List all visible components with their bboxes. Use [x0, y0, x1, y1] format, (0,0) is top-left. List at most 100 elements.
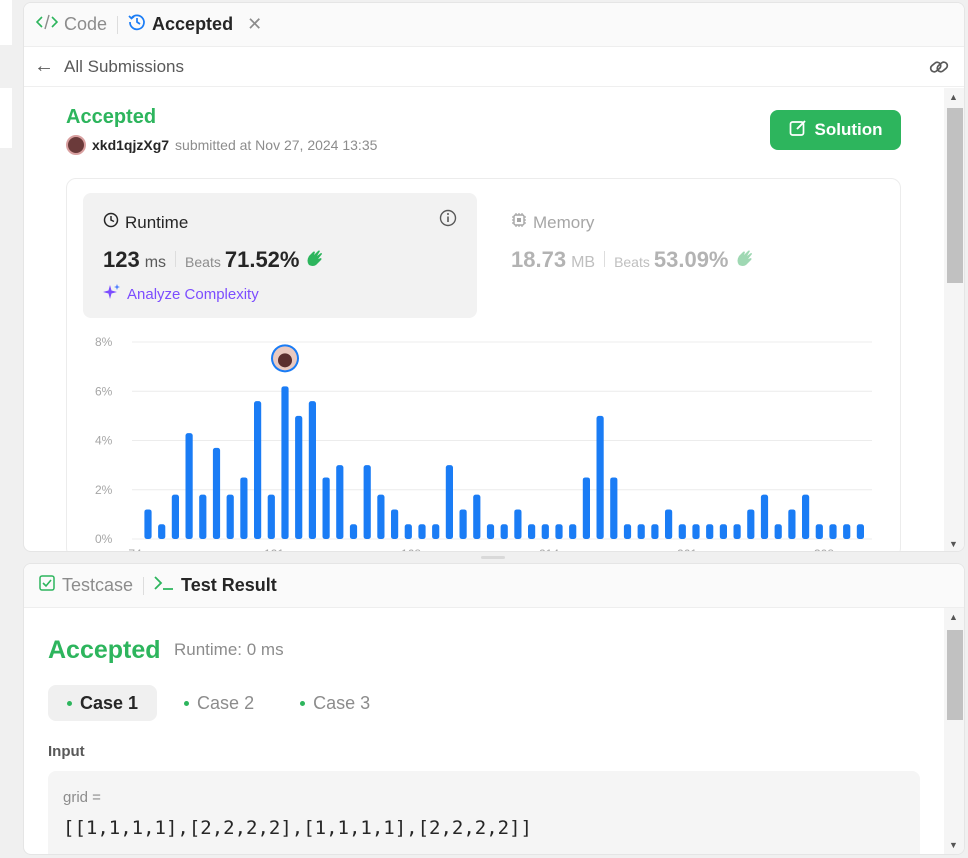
chart-bar[interactable] [843, 524, 851, 539]
chart-bar[interactable] [528, 524, 536, 539]
pass-dot-icon [184, 700, 190, 706]
link-icon[interactable] [928, 56, 950, 83]
case-tab-1[interactable]: Case 1 [48, 685, 158, 721]
chart-bar[interactable] [788, 509, 796, 539]
chart-bar[interactable] [418, 524, 426, 539]
chart-bar[interactable] [226, 494, 234, 539]
scroll-down-icon[interactable]: ▼ [949, 840, 958, 850]
result-status: Accepted [48, 636, 161, 664]
chart-bar[interactable] [158, 524, 166, 539]
scroll-up-icon[interactable]: ▲ [949, 92, 958, 102]
terminal-icon [154, 575, 174, 596]
case-tab-2[interactable]: Case 2 [165, 685, 273, 721]
chart-bar[interactable] [322, 477, 330, 539]
chart-bar[interactable] [569, 524, 577, 539]
chart-bar[interactable] [747, 509, 755, 539]
chart-bar[interactable] [596, 415, 604, 539]
x-tick-label: 308ms [814, 547, 850, 552]
tab-divider [117, 15, 119, 34]
chart-bar[interactable] [719, 524, 727, 539]
chart-bar[interactable] [692, 524, 700, 539]
result-runtime: Runtime: 0 ms [174, 640, 284, 659]
chart-bar[interactable] [514, 509, 522, 539]
chart-bar[interactable] [377, 494, 385, 539]
chart-bar[interactable] [802, 494, 810, 539]
tab-code[interactable]: Code [35, 14, 108, 35]
chart-bar[interactable] [541, 524, 549, 539]
chart-bar[interactable] [212, 447, 221, 539]
chart-bar[interactable] [254, 401, 262, 539]
history-icon [128, 13, 146, 36]
chart-bar[interactable] [582, 477, 590, 539]
input-variable-name: grid = [63, 789, 101, 806]
chart-bar[interactable] [171, 494, 179, 539]
chart-bar[interactable] [281, 386, 289, 539]
chart-bar[interactable] [459, 509, 467, 539]
y-tick-label: 2% [95, 483, 113, 497]
left-panel-segment [0, 0, 12, 45]
chart-bar[interactable] [623, 524, 632, 539]
scrollbar-thumb[interactable] [947, 630, 963, 720]
back-arrow-icon[interactable]: ← [34, 55, 54, 78]
chart-bar[interactable] [240, 477, 248, 539]
test-result-panel: Testcase Test Result Accepted Runtime: 0… [23, 563, 965, 855]
tab-divider [143, 576, 145, 595]
chart-bar[interactable] [391, 509, 399, 539]
tab-code-label: Code [64, 14, 108, 34]
scroll-down-icon[interactable]: ▼ [949, 539, 958, 549]
chart-bar[interactable] [185, 433, 193, 539]
chart-bar[interactable] [486, 524, 495, 539]
solution-button[interactable]: Solution [770, 110, 901, 150]
chart-bar[interactable] [678, 524, 686, 539]
y-tick-label: 0% [95, 532, 113, 546]
chart-bar[interactable] [706, 524, 714, 539]
chart-bar[interactable] [500, 524, 508, 539]
username[interactable]: xkd1qjzXg7 [92, 137, 169, 153]
all-submissions-link[interactable]: All Submissions [64, 57, 184, 77]
chart-bar[interactable] [199, 494, 207, 539]
tab-test-result[interactable]: Test Result [154, 575, 277, 596]
chart-bar[interactable] [555, 524, 563, 539]
scrollbar-thumb[interactable] [947, 108, 963, 283]
chart-bar[interactable] [295, 415, 303, 539]
chart-bar[interactable] [336, 465, 344, 539]
result-scrollbar[interactable]: ▲ ▼ [944, 608, 964, 854]
chart-bar[interactable] [829, 524, 837, 539]
chart-bar[interactable] [651, 524, 659, 539]
chart-bar[interactable] [363, 465, 371, 539]
chart-bar[interactable] [349, 524, 358, 539]
chart-bar[interactable] [473, 494, 481, 539]
chart-bar[interactable] [733, 524, 741, 539]
case-label: Case 2 [197, 692, 255, 713]
edit-icon [789, 119, 807, 142]
chart-bar[interactable] [774, 524, 782, 539]
chart-bar[interactable] [404, 524, 412, 539]
y-tick-label: 4% [95, 434, 113, 448]
stats-card: Runtime 123 ms Beats 71.52% Analyze Comp… [66, 178, 901, 552]
submission-scrollbar[interactable]: ▲ ▼ [944, 88, 964, 551]
chart-bar[interactable] [432, 524, 440, 539]
chart-bar[interactable] [760, 494, 769, 539]
chart-bar[interactable] [610, 477, 618, 539]
input-label: Input [48, 743, 85, 760]
chart-bar[interactable] [445, 465, 453, 539]
chart-bar[interactable] [815, 524, 823, 539]
input-value-box: grid = [[1,1,1,1],[2,2,2,2],[1,1,1,1],[2… [48, 771, 920, 854]
user-avatar-marker [271, 344, 299, 373]
tab-accepted[interactable]: Accepted ✕ [128, 13, 262, 36]
solution-label: Solution [814, 120, 883, 139]
chart-bar[interactable] [308, 401, 316, 539]
close-icon[interactable]: ✕ [247, 14, 262, 35]
x-tick-label: 214ms [539, 547, 575, 552]
case-tab-3[interactable]: Case 3 [281, 685, 389, 721]
panel-resize-handle[interactable] [481, 556, 505, 559]
scroll-up-icon[interactable]: ▲ [949, 612, 958, 622]
tab-testcase[interactable]: Testcase [39, 575, 133, 596]
avatar[interactable] [66, 135, 86, 155]
y-tick-label: 8% [95, 335, 113, 349]
chart-bar[interactable] [665, 509, 673, 539]
chart-bar[interactable] [144, 509, 152, 539]
chart-bar[interactable] [637, 524, 645, 539]
chart-bar[interactable] [856, 524, 864, 539]
chart-bar[interactable] [267, 494, 275, 539]
